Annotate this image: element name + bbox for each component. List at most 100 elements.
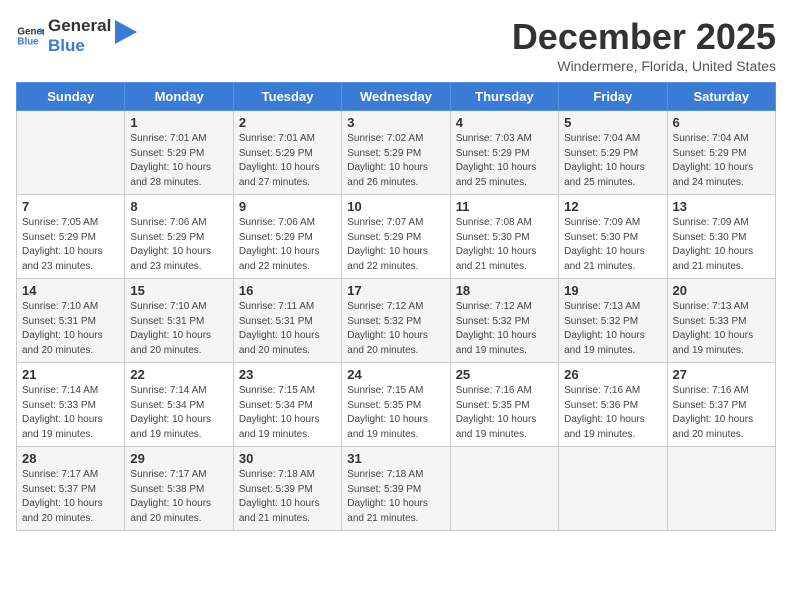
location-title: Windermere, Florida, United States (512, 58, 776, 74)
calendar-week-row: 7 Sunrise: 7:05 AM Sunset: 5:29 PM Daylig… (17, 195, 776, 279)
day-info: Sunrise: 7:08 AM Sunset: 5:30 PM Dayligh… (456, 216, 553, 274)
day-number: 14 (22, 283, 119, 298)
calendar-cell: 1 Sunrise: 7:01 AM Sunset: 5:29 PM Daylig… (125, 111, 233, 195)
day-number: 19 (564, 283, 661, 298)
day-info: Sunrise: 7:10 AM Sunset: 5:31 PM Dayligh… (130, 300, 227, 358)
day-number: 25 (456, 367, 553, 382)
calendar-cell: 21 Sunrise: 7:14 AM Sunset: 5:33 PM Dayli… (17, 363, 125, 447)
day-info: Sunrise: 7:10 AM Sunset: 5:31 PM Dayligh… (22, 300, 119, 358)
calendar-cell: 23 Sunrise: 7:15 AM Sunset: 5:34 PM Dayli… (233, 363, 341, 447)
calendar-cell: 4Sunrise: 7:03 AM Sunset: 5:29 PM Daylig… (450, 111, 558, 195)
calendar-cell: 25 Sunrise: 7:16 AM Sunset: 5:35 PM Dayli… (450, 363, 558, 447)
logo-icon: General Blue (16, 22, 44, 50)
day-number: 18 (456, 283, 553, 298)
logo: General Blue General Blue (16, 16, 137, 57)
day-info: Sunrise: 7:05 AM Sunset: 5:29 PM Dayligh… (22, 216, 119, 274)
day-info: Sunrise: 7:18 AM Sunset: 5:39 PM Dayligh… (347, 468, 444, 526)
day-number: 16 (239, 283, 336, 298)
day-info: Sunrise: 7:16 AM Sunset: 5:35 PM Dayligh… (456, 384, 553, 442)
calendar-cell: 2Sunrise: 7:01 AM Sunset: 5:29 PM Daylig… (233, 111, 341, 195)
day-info: Sunrise: 7:01 AM Sunset: 5:29 PM Dayligh… (130, 132, 227, 190)
day-info: Sunrise: 7:06 AM Sunset: 5:29 PM Dayligh… (239, 216, 336, 274)
calendar-cell: 3 Sunrise: 7:02 AM Sunset: 5:29 PM Daylig… (342, 111, 450, 195)
day-number: 7 (22, 199, 119, 214)
calendar-cell: 13 Sunrise: 7:09 AM Sunset: 5:30 PM Dayli… (667, 195, 775, 279)
calendar-cell (559, 447, 667, 531)
calendar-cell: 28 Sunrise: 7:17 AM Sunset: 5:37 PM Dayli… (17, 447, 125, 531)
day-number: 1 (130, 115, 227, 130)
day-info: Sunrise: 7:02 AM Sunset: 5:29 PM Dayligh… (347, 132, 444, 190)
day-number: 30 (239, 451, 336, 466)
day-number: 27 (673, 367, 770, 382)
calendar-cell: 27Sunrise: 7:16 AM Sunset: 5:37 PM Dayli… (667, 363, 775, 447)
day-info: Sunrise: 7:04 AM Sunset: 5:29 PM Dayligh… (673, 132, 770, 190)
calendar-cell: 22Sunrise: 7:14 AM Sunset: 5:34 PM Dayli… (125, 363, 233, 447)
calendar-cell: 15 Sunrise: 7:10 AM Sunset: 5:31 PM Dayli… (125, 279, 233, 363)
day-number: 23 (239, 367, 336, 382)
day-info: Sunrise: 7:15 AM Sunset: 5:34 PM Dayligh… (239, 384, 336, 442)
day-number: 12 (564, 199, 661, 214)
page-header: General Blue General Blue December 2025 … (16, 16, 776, 74)
day-info: Sunrise: 7:18 AM Sunset: 5:39 PM Dayligh… (239, 468, 336, 526)
calendar-cell: 31Sunrise: 7:18 AM Sunset: 5:39 PM Dayli… (342, 447, 450, 531)
calendar-cell: 18 Sunrise: 7:12 AM Sunset: 5:32 PM Dayli… (450, 279, 558, 363)
day-header-thursday: Thursday (450, 83, 558, 111)
day-number: 15 (130, 283, 227, 298)
calendar-cell: 16 Sunrise: 7:11 AM Sunset: 5:31 PM Dayli… (233, 279, 341, 363)
days-header-row: SundayMondayTuesdayWednesdayThursdayFrid… (17, 83, 776, 111)
day-header-tuesday: Tuesday (233, 83, 341, 111)
day-number: 5 (564, 115, 661, 130)
calendar-cell: 19 Sunrise: 7:13 AM Sunset: 5:32 PM Dayli… (559, 279, 667, 363)
calendar-cell: 14 Sunrise: 7:10 AM Sunset: 5:31 PM Dayli… (17, 279, 125, 363)
day-info: Sunrise: 7:17 AM Sunset: 5:37 PM Dayligh… (22, 468, 119, 526)
calendar-cell: 20 Sunrise: 7:13 AM Sunset: 5:33 PM Dayli… (667, 279, 775, 363)
calendar-body: 1 Sunrise: 7:01 AM Sunset: 5:29 PM Daylig… (17, 111, 776, 531)
day-number: 8 (130, 199, 227, 214)
calendar-week-row: 21 Sunrise: 7:14 AM Sunset: 5:33 PM Dayli… (17, 363, 776, 447)
day-number: 6 (673, 115, 770, 130)
day-info: Sunrise: 7:12 AM Sunset: 5:32 PM Dayligh… (347, 300, 444, 358)
calendar-cell: 29Sunrise: 7:17 AM Sunset: 5:38 PM Dayli… (125, 447, 233, 531)
calendar-cell: 5 Sunrise: 7:04 AM Sunset: 5:29 PM Daylig… (559, 111, 667, 195)
day-info: Sunrise: 7:14 AM Sunset: 5:33 PM Dayligh… (22, 384, 119, 442)
day-number: 11 (456, 199, 553, 214)
calendar-cell: 12 Sunrise: 7:09 AM Sunset: 5:30 PM Dayli… (559, 195, 667, 279)
day-header-sunday: Sunday (17, 83, 125, 111)
day-info: Sunrise: 7:13 AM Sunset: 5:33 PM Dayligh… (673, 300, 770, 358)
calendar-cell: 17 Sunrise: 7:12 AM Sunset: 5:32 PM Dayli… (342, 279, 450, 363)
month-title: December 2025 (512, 16, 776, 58)
day-number: 17 (347, 283, 444, 298)
day-info: Sunrise: 7:09 AM Sunset: 5:30 PM Dayligh… (673, 216, 770, 274)
day-number: 22 (130, 367, 227, 382)
day-info: Sunrise: 7:11 AM Sunset: 5:31 PM Dayligh… (239, 300, 336, 358)
day-number: 29 (130, 451, 227, 466)
calendar-cell: 30 Sunrise: 7:18 AM Sunset: 5:39 PM Dayli… (233, 447, 341, 531)
calendar-cell (667, 447, 775, 531)
day-info: Sunrise: 7:12 AM Sunset: 5:32 PM Dayligh… (456, 300, 553, 358)
day-info: Sunrise: 7:16 AM Sunset: 5:36 PM Dayligh… (564, 384, 661, 442)
day-number: 3 (347, 115, 444, 130)
calendar-cell: 6 Sunrise: 7:04 AM Sunset: 5:29 PM Daylig… (667, 111, 775, 195)
day-number: 24 (347, 367, 444, 382)
logo-blue-text: Blue (48, 36, 111, 56)
day-info: Sunrise: 7:13 AM Sunset: 5:32 PM Dayligh… (564, 300, 661, 358)
calendar-cell: 9Sunrise: 7:06 AM Sunset: 5:29 PM Daylig… (233, 195, 341, 279)
day-info: Sunrise: 7:09 AM Sunset: 5:30 PM Dayligh… (564, 216, 661, 274)
day-number: 13 (673, 199, 770, 214)
logo-arrow-icon (115, 20, 137, 52)
day-number: 21 (22, 367, 119, 382)
day-info: Sunrise: 7:03 AM Sunset: 5:29 PM Dayligh… (456, 132, 553, 190)
calendar-header: SundayMondayTuesdayWednesdayThursdayFrid… (17, 83, 776, 111)
day-header-saturday: Saturday (667, 83, 775, 111)
day-number: 20 (673, 283, 770, 298)
day-info: Sunrise: 7:04 AM Sunset: 5:29 PM Dayligh… (564, 132, 661, 190)
day-info: Sunrise: 7:15 AM Sunset: 5:35 PM Dayligh… (347, 384, 444, 442)
calendar-cell: 26Sunrise: 7:16 AM Sunset: 5:36 PM Dayli… (559, 363, 667, 447)
calendar-table: SundayMondayTuesdayWednesdayThursdayFrid… (16, 82, 776, 531)
day-number: 2 (239, 115, 336, 130)
calendar-week-row: 1 Sunrise: 7:01 AM Sunset: 5:29 PM Daylig… (17, 111, 776, 195)
day-header-wednesday: Wednesday (342, 83, 450, 111)
calendar-week-row: 28 Sunrise: 7:17 AM Sunset: 5:37 PM Dayli… (17, 447, 776, 531)
day-number: 10 (347, 199, 444, 214)
day-number: 28 (22, 451, 119, 466)
